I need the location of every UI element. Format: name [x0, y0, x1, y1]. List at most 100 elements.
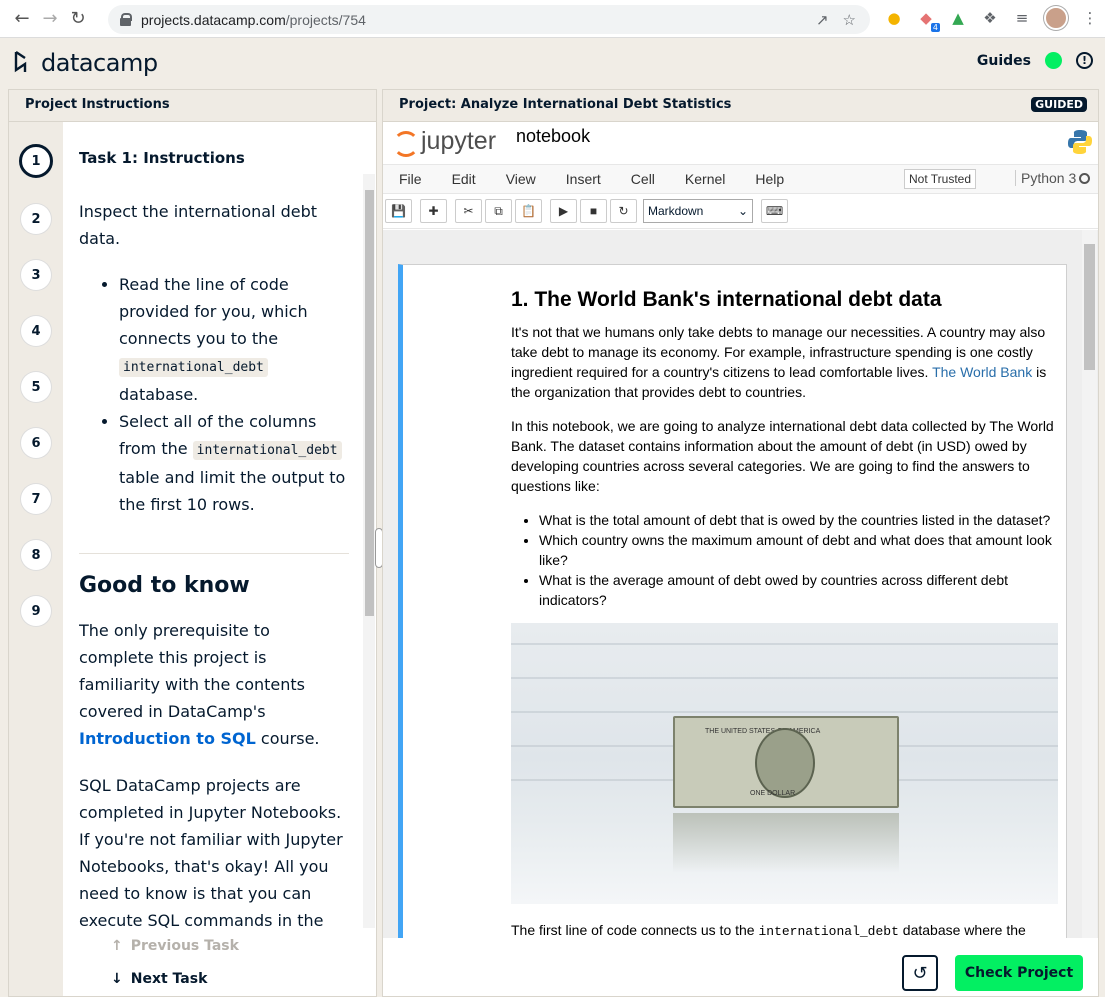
dollar-bill: THE UNITED STATES OF AMERICA ONE DOLLAR — [673, 716, 899, 808]
more-menu-icon[interactable]: ⋮ — [1080, 8, 1100, 28]
question-item: What is the average amount of debt owed … — [539, 570, 1058, 610]
jupyter-menubar: File Edit View Insert Cell Kernel Help N… — [383, 164, 1098, 194]
step-6[interactable]: 6 — [21, 428, 51, 458]
step-5[interactable]: 5 — [21, 372, 51, 402]
copy-icon[interactable]: ⧉ — [485, 199, 512, 223]
step-7[interactable]: 7 — [21, 484, 51, 514]
add-cell-icon[interactable]: ✚ — [420, 199, 447, 223]
run-icon[interactable]: ▶ — [550, 199, 577, 223]
notebook-area: 1. The World Bank's international debt d… — [383, 230, 1098, 938]
menu-help[interactable]: Help — [755, 171, 784, 187]
markdown-cell[interactable]: 1. The World Bank's international debt d… — [398, 264, 1067, 938]
guides-label[interactable]: Guides — [977, 53, 1031, 69]
not-trusted-button[interactable]: Not Trusted — [904, 169, 977, 189]
scrollbar-thumb[interactable] — [365, 190, 374, 616]
inline-code: international_debt — [758, 924, 899, 938]
paragraph-text: The first line of code connects us to th… — [511, 922, 755, 938]
instructions-panel: Project Instructions 1 2 3 4 5 6 7 8 9 T… — [8, 89, 377, 997]
stop-icon[interactable]: ■ — [580, 199, 607, 223]
menu-cell[interactable]: Cell — [631, 171, 655, 187]
guides-toggle-dot[interactable] — [1045, 52, 1062, 69]
paste-icon[interactable]: 📋 — [515, 199, 542, 223]
puzzle-extensions-icon[interactable]: ❖ — [980, 8, 1000, 28]
lightbulb-extension-icon[interactable]: ● — [884, 8, 904, 28]
reset-icon[interactable]: ↺ — [902, 955, 938, 991]
instructions-panel-title: Project Instructions — [9, 90, 376, 122]
datacamp-header: datacamp Guides ! — [0, 38, 1105, 88]
cell-paragraph-2: In this notebook, we are going to analyz… — [511, 418, 1054, 494]
url-path: /projects/754 — [285, 11, 366, 28]
menu-edit[interactable]: Edit — [452, 171, 476, 187]
jupyter-toolbar: 💾 ✚ ✂ ⧉ 📋 ▶ ■ ↻ Markdown ⌄ ⌨ — [383, 194, 1098, 229]
save-icon[interactable]: 💾 — [385, 199, 412, 223]
task-steps: 1 2 3 4 5 6 7 8 9 — [9, 122, 63, 996]
python-logo-icon — [1068, 130, 1092, 154]
reload-icon[interactable]: ↻ — [64, 5, 92, 33]
next-task-button[interactable]: ↓ Next Task — [111, 971, 239, 987]
media-queue-icon[interactable]: ≡ — [1012, 8, 1032, 28]
question-item: What is the total amount of debt that is… — [539, 510, 1058, 530]
bill-reflection — [673, 813, 899, 873]
step-1[interactable]: 1 — [19, 144, 53, 178]
next-task-label: Next Task — [130, 971, 208, 987]
forward-icon[interactable]: → — [36, 5, 64, 33]
world-bank-link[interactable]: The World Bank — [932, 364, 1032, 380]
bullet-text: database. — [119, 385, 199, 404]
bill-bottom-text: ONE DOLLAR — [750, 790, 796, 797]
step-2[interactable]: 2 — [21, 204, 51, 234]
step-8[interactable]: 8 — [21, 540, 51, 570]
task-title: Task 1: Instructions — [79, 149, 245, 167]
jupyter-header: jupyter notebook — [383, 122, 1098, 164]
check-project-button[interactable]: Check Project — [955, 955, 1083, 991]
back-icon[interactable]: ← — [8, 5, 36, 33]
arrow-down-icon: ↓ — [111, 971, 123, 987]
step-3[interactable]: 3 — [21, 260, 51, 290]
good-to-know-paragraph-2: SQL DataCamp projects are completed in J… — [79, 776, 343, 930]
jupyter-logo[interactable]: jupyter — [393, 127, 497, 157]
task-navigation: ↑ Previous Task ↓ Next Task — [111, 938, 239, 987]
cell-heading: 1. The World Bank's international debt d… — [511, 288, 942, 311]
extension-badge: 4 — [930, 23, 940, 32]
extension-with-badge-icon[interactable]: ◆ 4 — [916, 8, 940, 32]
menu-kernel[interactable]: Kernel — [685, 171, 725, 187]
restart-icon[interactable]: ↻ — [610, 199, 637, 223]
browser-toolbar: ← → ↻ projects.datacamp.com/projects/754… — [0, 0, 1105, 38]
project-panel: Project: Analyze International Debt Stat… — [382, 89, 1099, 997]
jupyter-orbit-icon — [393, 130, 419, 157]
inline-code: international_debt — [192, 441, 342, 460]
instructions-scrollbar[interactable] — [363, 174, 375, 928]
cell-type-select[interactable]: Markdown ⌄ — [643, 199, 753, 223]
step-4[interactable]: 4 — [21, 316, 51, 346]
step-9[interactable]: 9 — [21, 596, 51, 626]
notebook-scrollbar[interactable] — [1082, 230, 1097, 938]
cut-icon[interactable]: ✂ — [455, 199, 482, 223]
dollar-bill-photo: THE UNITED STATES OF AMERICA ONE DOLLAR — [511, 623, 1058, 904]
menu-file[interactable]: File — [399, 171, 422, 187]
jupyter-wordmark: jupyter — [421, 127, 497, 155]
bullet-text: Read the line of code provided for you, … — [119, 275, 308, 348]
menu-view[interactable]: View — [506, 171, 536, 187]
datacamp-logo[interactable]: datacamp — [13, 49, 158, 77]
previous-task-button[interactable]: ↑ Previous Task — [111, 938, 239, 954]
menu-insert[interactable]: Insert — [566, 171, 601, 187]
project-panel-header: Project: Analyze International Debt Stat… — [383, 90, 1098, 122]
profile-avatar[interactable] — [1044, 6, 1068, 30]
bookmark-star-icon[interactable]: ☆ — [843, 11, 856, 29]
previous-task-label: Previous Task — [130, 938, 239, 954]
share-icon[interactable]: ↗ — [816, 11, 829, 29]
inline-code: international_debt — [119, 358, 268, 377]
task-bullets: Read the line of code provided for you, … — [79, 271, 349, 518]
info-icon[interactable]: ! — [1076, 52, 1093, 69]
task-intro: Inspect the international debt data. — [79, 202, 318, 248]
cell-paragraph-1: It's not that we humans only take debts … — [511, 322, 1058, 402]
cell-type-value: Markdown — [648, 204, 704, 218]
chevron-down-icon: ⌄ — [737, 204, 748, 218]
project-actions: ↺ Check Project — [383, 939, 1098, 996]
address-bar[interactable]: projects.datacamp.com/projects/754 ↗ ☆ — [108, 5, 870, 34]
scrollbar-thumb[interactable] — [1084, 244, 1095, 370]
keyboard-icon[interactable]: ⌨ — [761, 199, 788, 223]
notebook-name[interactable]: notebook — [516, 126, 590, 147]
intro-sql-link[interactable]: Introduction to SQL — [79, 729, 256, 748]
arrow-up-icon: ↑ — [111, 938, 123, 954]
drive-extension-icon[interactable]: ▲ — [948, 8, 968, 28]
